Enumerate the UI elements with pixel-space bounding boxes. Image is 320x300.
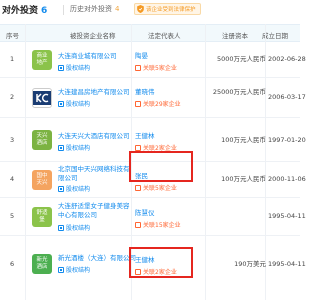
founded-date: 2006-03-17 [268, 93, 306, 101]
equity-structure-link[interactable]: 股权结构 [58, 223, 90, 232]
kc-logo-icon [33, 91, 51, 105]
company-name-link[interactable]: 大连建昌房地产有限公司 [58, 86, 130, 96]
highlight-box [129, 247, 193, 278]
table-header: 序号 被投资企业名称 法定代表人 注册资本 成立日期 [0, 24, 300, 42]
equity-structure-link[interactable]: 股权结构 [58, 265, 90, 274]
row-index: 6 [10, 260, 15, 268]
founded-date: 1997-01-20 [268, 136, 306, 144]
legal-protection-badge[interactable]: 该企业受到法律保护 [134, 3, 201, 15]
equity-structure-icon [58, 100, 64, 107]
legal-rep-link[interactable]: 王健林 [135, 130, 155, 140]
company-logo[interactable]: 新光 酒店 [32, 254, 52, 274]
equity-structure-label: 股权结构 [66, 145, 91, 152]
company-logo[interactable]: 商业 地产 [32, 50, 52, 70]
company-logo-text: 舒适 堡 [36, 210, 48, 223]
equity-structure-icon [58, 185, 64, 192]
related-companies-icon [135, 184, 141, 191]
registered-capital: 25000万元人民币 [212, 88, 266, 96]
related-companies-icon [135, 100, 141, 107]
founded-date: 1995-04-11 [268, 260, 306, 268]
legal-rep-link[interactable]: 董晓伟 [135, 86, 155, 96]
company-logo-text: 国中 天兴 [36, 173, 48, 186]
company-name-link[interactable]: 北京国中天兴网络科技有限公司 [58, 165, 132, 183]
related-companies-icon [135, 144, 141, 151]
founded-date: 2002-06-28 [268, 55, 306, 63]
legal-protection-text: 该企业受到法律保护 [146, 7, 196, 13]
company-name-link[interactable]: 大连天兴大酒店有限公司 [58, 130, 130, 140]
related-companies-link[interactable]: 关联29家企业 [135, 99, 181, 108]
tab-history-investment-count: 4 [115, 5, 120, 13]
equity-structure-icon [58, 64, 64, 71]
tab-history-investment-label: 历史对外投资 [70, 5, 112, 13]
equity-structure-link[interactable]: 股权结构 [58, 143, 90, 152]
tab-outbound-investment-count: 6 [41, 6, 48, 16]
equity-structure-label: 股权结构 [66, 267, 91, 274]
company-logo-text: 新光 酒店 [36, 257, 48, 270]
header-capital: 注册资本 [222, 32, 248, 40]
tab-divider [63, 5, 64, 15]
tab-bar: 对外投资 6 历史对外投资 4 该企业受到法律保护 [0, 0, 300, 22]
table-row[interactable]: 1 商业 地产 大连商业城有限公司 股权结构 陶晏 关联5家企业 5000万元人… [0, 42, 306, 78]
row-index: 2 [10, 93, 15, 101]
highlight-box [129, 151, 193, 182]
tab-outbound-investment-label: 对外投资 [2, 6, 39, 16]
founded-date: 2000-11-06 [268, 175, 306, 183]
registered-capital: 190万美元 [234, 260, 266, 268]
header-index: 序号 [6, 32, 19, 40]
equity-structure-icon [58, 144, 64, 151]
shield-icon [137, 5, 144, 13]
table-row[interactable]: 5 舒适 堡 大连舒适堡女子健身美容中心有限公司 股权结构 陈慧仪 关联15家企… [0, 198, 306, 236]
legal-rep-link[interactable]: 陈慧仪 [135, 207, 155, 217]
tab-history-investment[interactable]: 历史对外投资 4 [70, 4, 119, 14]
founded-date: 1995-04-11 [268, 212, 306, 220]
equity-structure-icon [58, 266, 64, 273]
related-companies-label: 关联29家企业 [143, 101, 181, 108]
equity-structure-label: 股权结构 [66, 186, 91, 193]
related-companies-icon [135, 64, 141, 71]
legal-rep-link[interactable]: 陶晏 [135, 50, 148, 60]
company-name-link[interactable]: 新光酒楼（大连）有限公司 [58, 252, 136, 262]
equity-structure-link[interactable]: 股权结构 [58, 184, 90, 193]
company-logo[interactable]: 舒适 堡 [32, 207, 52, 227]
equity-structure-link[interactable]: 股权结构 [58, 99, 90, 108]
related-companies-label: 关联5家企业 [143, 185, 177, 192]
equity-structure-link[interactable]: 股权结构 [58, 63, 90, 72]
registered-capital: 100万元人民币 [221, 136, 266, 144]
header-company-name: 被投资企业名称 [70, 32, 116, 40]
company-logo-text: 天兴 酒店 [36, 133, 48, 146]
company-logo-text: 商业 地产 [36, 53, 48, 66]
related-companies-label: 关联15家企业 [143, 222, 181, 229]
related-companies-link[interactable]: 关联5家企业 [135, 63, 177, 72]
company-logo[interactable]: 国中 天兴 [32, 170, 52, 190]
equity-structure-label: 股权结构 [66, 101, 91, 108]
company-name-link[interactable]: 大连舒适堡女子健身美容中心有限公司 [58, 202, 132, 220]
related-companies-icon [135, 221, 141, 228]
registered-capital: 5000万元人民币 [216, 55, 266, 63]
related-companies-link[interactable]: 关联15家企业 [135, 220, 181, 229]
equity-structure-label: 股权结构 [66, 225, 91, 232]
row-index: 5 [10, 212, 15, 220]
company-logo[interactable]: 天兴 酒店 [32, 130, 52, 150]
related-companies-label: 关联5家企业 [143, 65, 177, 72]
tab-outbound-investment[interactable]: 对外投资 6 [2, 3, 47, 16]
registered-capital: 100万元人民币 [221, 175, 266, 183]
company-logo[interactable] [32, 88, 52, 108]
equity-structure-label: 股权结构 [66, 65, 91, 72]
row-index: 4 [10, 175, 15, 183]
table-row[interactable]: 2 大连建昌房地产有限公司 股权结构 董晓伟 关联29家企业 25000万元人民… [0, 78, 306, 118]
header-legal-rep: 法定代表人 [148, 32, 181, 40]
row-index: 1 [10, 55, 15, 63]
equity-structure-icon [58, 224, 64, 231]
company-name-link[interactable]: 大连商业城有限公司 [58, 50, 117, 60]
related-companies-link[interactable]: 关联5家企业 [135, 183, 177, 192]
row-index: 3 [10, 136, 15, 144]
